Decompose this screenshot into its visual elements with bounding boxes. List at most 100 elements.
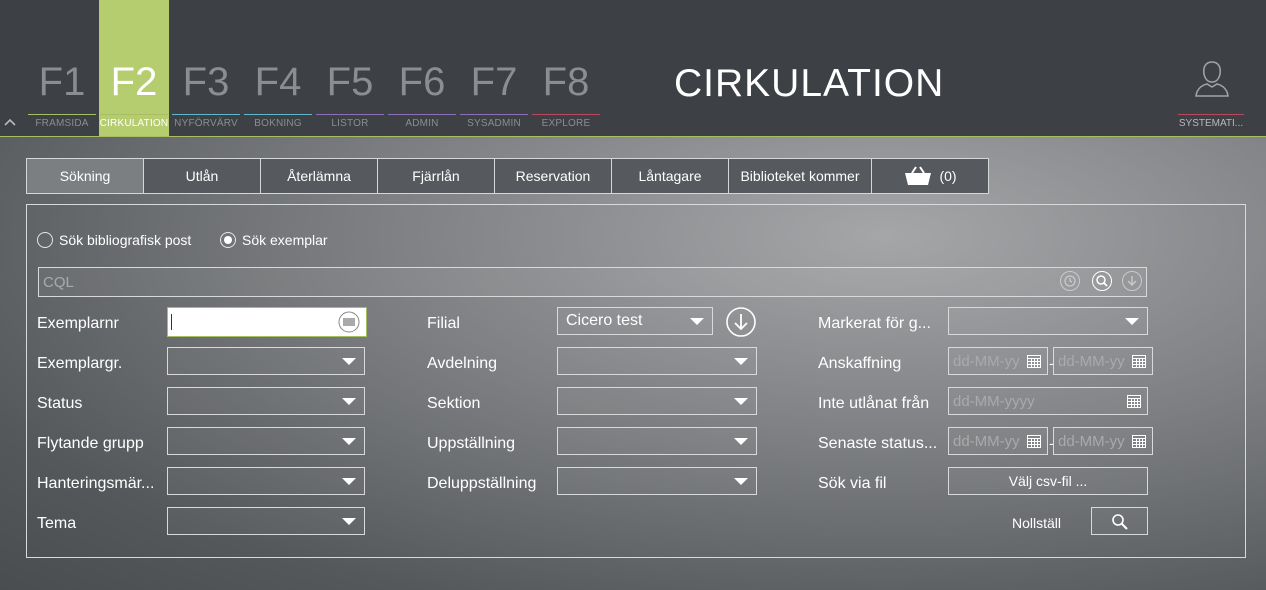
exemplarnr-input[interactable] xyxy=(167,307,367,337)
label-uppstallning: Uppställning xyxy=(427,435,516,452)
chevron-down-icon xyxy=(734,358,748,365)
fkey-underline xyxy=(316,114,384,115)
tab-aterlamna[interactable]: Återlämna xyxy=(260,158,378,194)
search-icon[interactable] xyxy=(1092,271,1112,291)
top-bar: F1 FRAMSIDA F2 CIRKULATION F3 NYFÖRVÄRV F4 BOKN… xyxy=(0,0,1266,137)
chevron-down-icon xyxy=(342,438,356,445)
chevron-down-icon xyxy=(342,398,356,405)
label-tema: Tema xyxy=(37,515,77,532)
filial-value: Cicero test xyxy=(566,312,643,329)
fkey-number: F3 xyxy=(182,60,230,104)
calendar-icon[interactable] xyxy=(1132,434,1146,448)
fkey-label: LISTOR xyxy=(331,118,369,129)
label-filial: Filial xyxy=(427,315,460,332)
exemplargr-select[interactable] xyxy=(167,347,365,375)
module-title: CIRKULATION xyxy=(674,62,945,105)
calendar-icon[interactable] xyxy=(1132,354,1146,368)
tab-fjarrlan[interactable]: Fjärrlån xyxy=(377,158,495,194)
chevron-down-icon xyxy=(342,478,356,485)
arrow-down-circle-icon[interactable] xyxy=(725,306,757,338)
radio-bibliografisk[interactable]: Sök bibliografisk post xyxy=(37,232,191,248)
date-placeholder: dd-MM-yy xyxy=(953,433,1020,450)
fkey-f6[interactable]: F6 ADMIN xyxy=(387,0,457,136)
radio-bibliografisk-label: Sök bibliografisk post xyxy=(59,232,192,248)
markerat-select[interactable] xyxy=(948,307,1148,335)
fkey-f8[interactable]: F8 EXPLORE xyxy=(531,0,601,136)
fkey-f1[interactable]: F1 FRAMSIDA xyxy=(27,0,97,136)
tab-utlan[interactable]: Utlån xyxy=(143,158,261,194)
fkey-f7[interactable]: F7 SYSADMIN xyxy=(459,0,529,136)
radio-exemplar-label: Sök exemplar xyxy=(242,232,328,248)
tab-sokning[interactable]: Sökning xyxy=(26,158,144,194)
fkey-f4[interactable]: F4 BOKNING xyxy=(243,0,313,136)
label-hanteringsmarkning: Hanteringsmär... xyxy=(37,475,155,492)
radio-exemplar[interactable]: Sök exemplar xyxy=(220,232,328,248)
label-markerat: Markerat för g... xyxy=(818,315,931,332)
hanteringsmarkning-select[interactable] xyxy=(167,467,365,495)
uppstallning-select[interactable] xyxy=(557,427,757,455)
calendar-icon[interactable] xyxy=(1027,354,1041,368)
chevron-down-icon xyxy=(1125,318,1139,325)
fkey-f5[interactable]: F5 LISTOR xyxy=(315,0,385,136)
radio-circle-off[interactable] xyxy=(37,232,53,248)
fkey-label: BOKNING xyxy=(254,118,302,129)
cql-input[interactable] xyxy=(39,268,1047,296)
fkey-number: F8 xyxy=(542,60,590,104)
tab-lantagare[interactable]: Låntagare xyxy=(611,158,729,194)
sektion-select[interactable] xyxy=(557,387,757,415)
fkey-underline xyxy=(388,114,456,115)
label-avdelning: Avdelning xyxy=(427,355,497,372)
avdelning-select[interactable] xyxy=(557,347,757,375)
reset-link[interactable]: Nollställ xyxy=(1012,515,1061,531)
date-placeholder: dd-MM-yyyy xyxy=(953,393,1035,410)
flytande-grupp-select[interactable] xyxy=(167,427,365,455)
radio-circle-on[interactable] xyxy=(220,232,236,248)
label-senaste-status: Senaste status... xyxy=(818,435,938,452)
search-button[interactable] xyxy=(1091,507,1148,535)
date-placeholder: dd-MM-yy xyxy=(1058,433,1125,450)
senaste-status-to-date[interactable]: dd-MM-yy xyxy=(1053,427,1153,455)
chevron-down-icon xyxy=(690,318,704,325)
label-sektion: Sektion xyxy=(427,395,481,412)
fkey-number: F5 xyxy=(326,60,374,104)
label-inte-utlanat: Inte utlånat från xyxy=(818,395,930,412)
fkey-number: F4 xyxy=(254,60,302,104)
fkey-underline xyxy=(244,114,312,115)
fkey-f3[interactable]: F3 NYFÖRVÄRV xyxy=(171,0,241,136)
user-menu[interactable]: SYSTEMATI... xyxy=(1176,58,1246,132)
fkey-f2[interactable]: F2 CIRKULATION xyxy=(99,0,169,136)
calendar-icon[interactable] xyxy=(1027,434,1041,448)
fkey-underline xyxy=(100,114,168,115)
tema-select[interactable] xyxy=(167,507,365,535)
status-select[interactable] xyxy=(167,387,365,415)
calendar-icon[interactable] xyxy=(1127,394,1141,408)
chevron-down-icon xyxy=(342,518,356,525)
barcode-icon[interactable] xyxy=(338,311,360,333)
anskaffning-from-date[interactable]: dd-MM-yy xyxy=(948,347,1048,375)
date-placeholder: dd-MM-yy xyxy=(953,353,1020,370)
search-panel: Sök bibliografisk post Sök exemplar Exem… xyxy=(26,204,1246,558)
filial-select[interactable]: Cicero test xyxy=(557,307,713,335)
history-icon[interactable] xyxy=(1060,271,1080,291)
download-icon[interactable] xyxy=(1122,271,1142,291)
fkey-label: EXPLORE xyxy=(541,118,591,129)
basket-tab[interactable]: (0) xyxy=(871,158,989,194)
label-flytande-grupp: Flytande grupp xyxy=(37,435,144,452)
senaste-status-from-date[interactable]: dd-MM-yy xyxy=(948,427,1048,455)
inte-utlanat-date[interactable]: dd-MM-yyyy xyxy=(948,387,1148,415)
chevron-down-icon xyxy=(342,358,356,365)
fkey-number: F6 xyxy=(398,60,446,104)
fkey-label: FRAMSIDA xyxy=(35,118,89,129)
anskaffning-to-date[interactable]: dd-MM-yy xyxy=(1053,347,1153,375)
fkey-underline xyxy=(172,114,240,115)
choose-csv-button[interactable]: Välj csv-fil ... xyxy=(948,467,1148,495)
chevron-down-icon xyxy=(734,478,748,485)
fkey-label: ADMIN xyxy=(405,118,439,129)
tab-biblioteket-kommer[interactable]: Biblioteket kommer xyxy=(728,158,872,194)
fkey-underline xyxy=(28,114,96,115)
fkey-label: SYSADMIN xyxy=(467,118,521,129)
tab-reservation[interactable]: Reservation xyxy=(494,158,612,194)
collapse-chevron-icon[interactable] xyxy=(4,116,18,128)
deluppstallning-select[interactable] xyxy=(557,467,757,495)
label-deluppstallning: Deluppställning xyxy=(427,475,537,492)
